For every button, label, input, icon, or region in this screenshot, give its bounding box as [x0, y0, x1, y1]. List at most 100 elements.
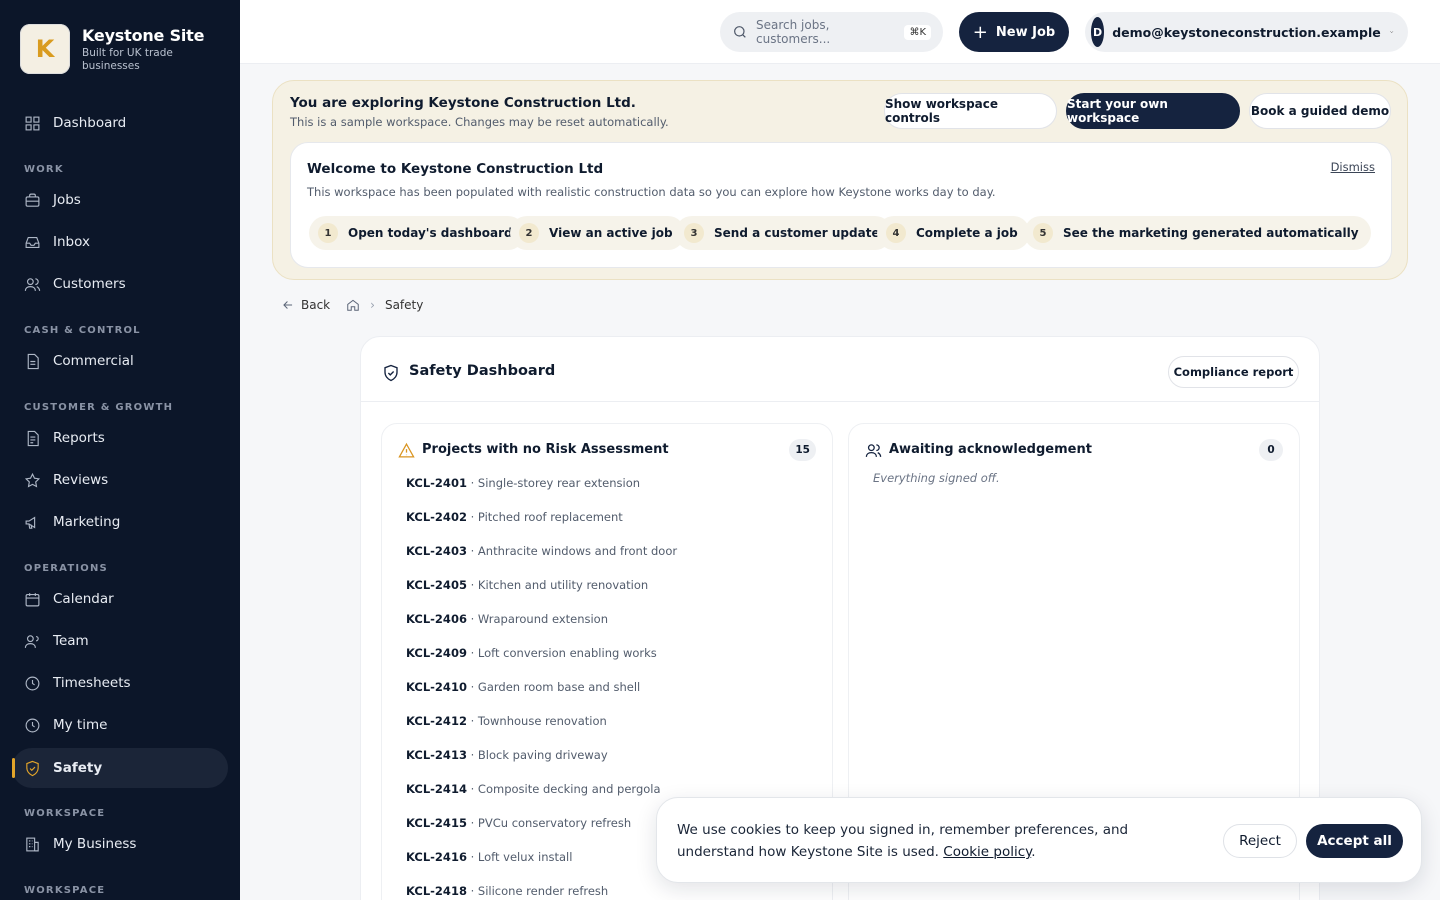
user-email: demo@keystoneconstruction.example: [1112, 24, 1381, 40]
list-item[interactable]: KCL-2403 · Anthracite windows and front …: [406, 544, 677, 558]
team-icon: [24, 634, 39, 648]
sidebar-item-label: Safety: [53, 760, 103, 776]
job-name: · PVCu conservatory refresh: [470, 816, 632, 830]
sidebar-item-my-business[interactable]: My Business: [12, 824, 228, 864]
book-demo-button[interactable]: Book a guided demo: [1249, 93, 1391, 129]
sidebar-item-label: Calendar: [53, 591, 114, 607]
search-placeholder: Search jobs, customers...: [756, 18, 831, 46]
step-label: See the marketing generated automaticall…: [1063, 226, 1359, 240]
shield-check-icon: [384, 364, 398, 382]
sidebar-item-my-time[interactable]: My time: [12, 705, 228, 745]
welcome-title: Welcome to Keystone Construction Ltd: [307, 161, 604, 177]
list-item[interactable]: KCL-2416 · Loft velux install: [406, 850, 572, 864]
show-workspace-controls-button[interactable]: Show workspace controls: [884, 93, 1057, 129]
sidebar-item-calendar[interactable]: Calendar: [12, 579, 228, 619]
home-icon[interactable]: [346, 298, 360, 312]
new-job-button[interactable]: + New Job: [959, 12, 1069, 52]
job-code: KCL-2414: [406, 782, 467, 796]
sidebar-item-label: Timesheets: [53, 675, 131, 691]
list-item[interactable]: KCL-2409 · Loft conversion enabling work…: [406, 646, 657, 660]
panel-title: Awaiting acknowledgement: [889, 442, 1092, 457]
sidebar-item-jobs[interactable]: Jobs: [12, 180, 228, 220]
brand-name: Keystone Site: [82, 25, 205, 45]
sidebar-item-label: Customers: [53, 276, 126, 292]
step-view-job[interactable]: 2 View an active job: [510, 216, 685, 250]
job-code: KCL-2406: [406, 612, 467, 626]
list-item[interactable]: KCL-2402 · Pitched roof replacement: [406, 510, 623, 524]
megaphone-icon: [25, 516, 36, 529]
user-menu[interactable]: D demo@keystoneconstruction.example: [1085, 12, 1408, 52]
sidebar-item-inbox[interactable]: Inbox: [12, 222, 228, 262]
cookie-policy-link[interactable]: Cookie policy: [943, 844, 1031, 860]
welcome-subtitle: This workspace has been populated with r…: [307, 185, 996, 199]
breadcrumb-current: Safety: [384, 298, 424, 312]
sidebar-item-safety[interactable]: Safety: [12, 748, 228, 788]
briefcase-icon: [25, 193, 40, 207]
brand[interactable]: K Keystone Site Built for UK trade busin…: [0, 0, 240, 74]
keystone-logo-icon: K: [20, 24, 70, 74]
reject-button[interactable]: Reject: [1223, 824, 1297, 858]
sidebar-item-dashboard[interactable]: Dashboard: [12, 103, 228, 143]
job-name: · Pitched roof replacement: [470, 510, 623, 524]
arrow-left-icon: [283, 301, 293, 309]
list-item[interactable]: KCL-2401 · Single-storey rear extension: [406, 476, 640, 490]
job-code: KCL-2418: [406, 884, 467, 898]
job-name: · Garden room base and shell: [470, 680, 641, 694]
sidebar-item-commercial[interactable]: Commercial: [12, 341, 228, 381]
avatar: D: [1091, 17, 1105, 47]
job-code: KCL-2416: [406, 850, 467, 864]
accept-all-button[interactable]: Accept all: [1306, 824, 1403, 858]
step-marketing[interactable]: 5 See the marketing generated automatica…: [1024, 216, 1371, 250]
start-workspace-button[interactable]: Start your own workspace: [1066, 93, 1240, 129]
list-item[interactable]: KCL-2414 · Composite decking and pergola: [406, 782, 661, 796]
step-label: Complete a job: [916, 226, 1018, 240]
back-button[interactable]: Back: [281, 298, 330, 312]
step-customer-update[interactable]: 3 Send a customer update: [675, 216, 892, 250]
back-label: Back: [301, 298, 331, 312]
sidebar-item-label: Jobs: [53, 192, 81, 208]
section-heading-customer-growth: CUSTOMER & GROWTH: [24, 402, 174, 413]
sidebar-item-label: Reports: [53, 430, 105, 446]
list-item[interactable]: KCL-2413 · Block paving driveway: [406, 748, 608, 762]
sidebar-item-label: Inbox: [53, 234, 90, 250]
sidebar-item-marketing[interactable]: Marketing: [12, 502, 228, 542]
list-item[interactable]: KCL-2405 · Kitchen and utility renovatio…: [406, 578, 648, 592]
sidebar-item-reports[interactable]: Reports: [12, 418, 228, 458]
job-name: · Single-storey rear extension: [470, 476, 641, 490]
demo-banner: You are exploring Keystone Construction …: [272, 80, 1408, 280]
step-open-dashboard[interactable]: 1 Open today's dashboard: [309, 216, 525, 250]
sidebar-item-timesheets[interactable]: Timesheets: [12, 663, 228, 703]
sidebar-item-label: My Business: [53, 836, 137, 852]
sidebar-item-customers[interactable]: Customers: [12, 264, 228, 304]
users-icon: [865, 444, 882, 457]
section-heading-workspace: WORKSPACE: [24, 808, 106, 819]
list-item[interactable]: KCL-2412 · Townhouse renovation: [406, 714, 607, 728]
list-item[interactable]: KCL-2406 · Wraparound extension: [406, 612, 608, 626]
search-input[interactable]: Search jobs, customers... ⌘K: [720, 12, 943, 52]
compliance-report-button[interactable]: Compliance report: [1168, 356, 1299, 388]
dismiss-link[interactable]: Dismiss: [1331, 160, 1375, 174]
top-bar: Search jobs, customers... ⌘K + New Job D…: [240, 0, 1440, 64]
list-item[interactable]: KCL-2415 · PVCu conservatory refresh: [406, 816, 631, 830]
step-number: 3: [684, 223, 704, 243]
job-name: · Loft velux install: [470, 850, 573, 864]
cookie-text: We use cookies to keep you signed in, re…: [677, 822, 1129, 860]
list-item[interactable]: KCL-2410 · Garden room base and shell: [406, 680, 640, 694]
star-icon: [24, 472, 41, 487]
step-complete-job[interactable]: 4 Complete a job: [877, 216, 1030, 250]
inbox-icon: [25, 236, 40, 248]
sidebar-item-reviews[interactable]: Reviews: [12, 460, 228, 500]
job-code: KCL-2412: [406, 714, 467, 728]
list-item[interactable]: KCL-2418 · Silicone render refresh: [406, 884, 608, 898]
step-number: 4: [886, 223, 906, 243]
sidebar-item-label: Reviews: [53, 472, 109, 488]
job-name: · Block paving driveway: [470, 748, 608, 762]
cookie-banner: We use cookies to keep you signed in, re…: [656, 797, 1422, 883]
job-code: KCL-2409: [406, 646, 467, 660]
job-name: · Wraparound extension: [470, 612, 609, 626]
step-label: View an active job: [549, 226, 673, 240]
shield-icon: [26, 760, 39, 776]
job-code: KCL-2415: [406, 816, 467, 830]
page-title: Safety Dashboard: [409, 363, 556, 379]
sidebar-item-team[interactable]: Team: [12, 621, 228, 661]
